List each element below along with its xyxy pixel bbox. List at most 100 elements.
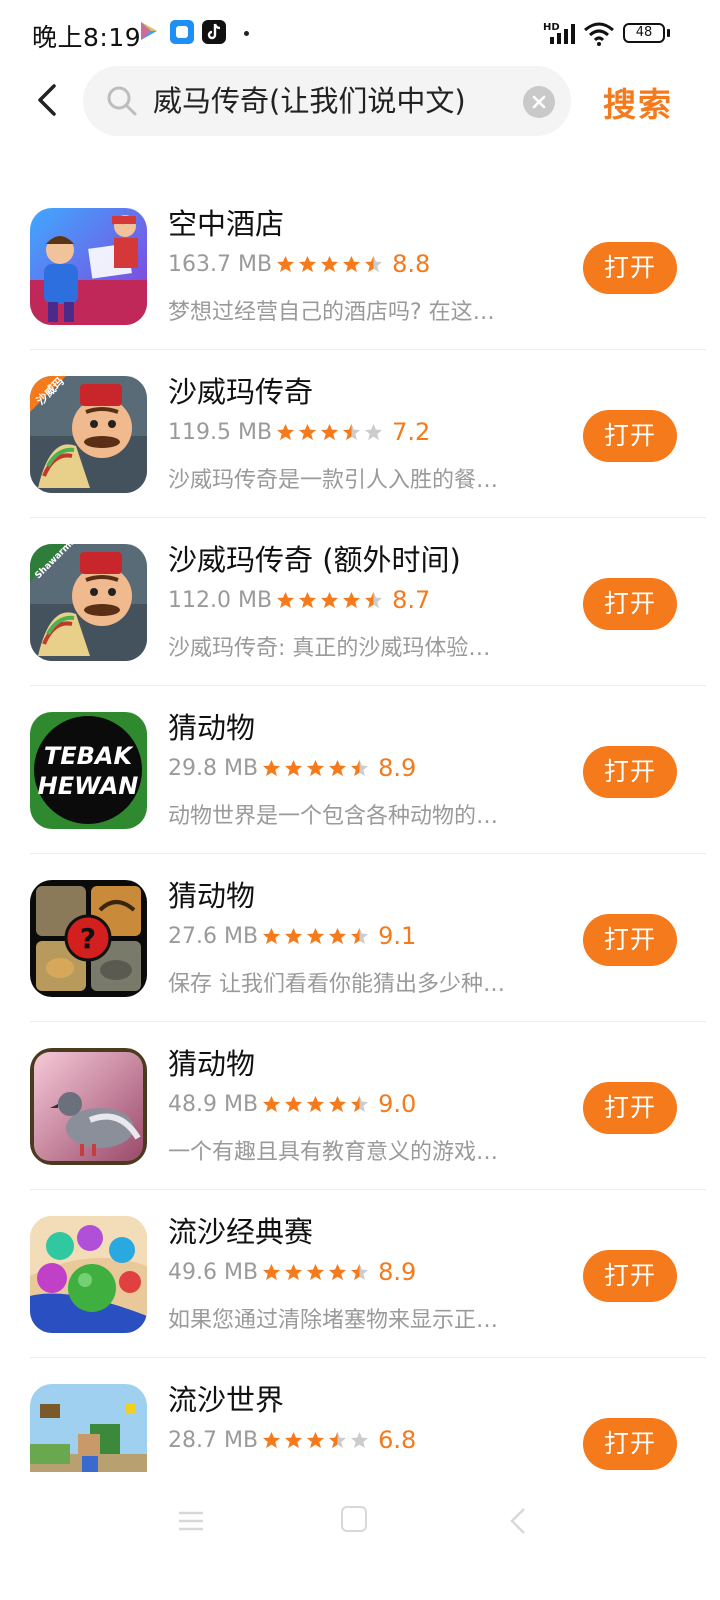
app-size: 49.6 MB (168, 1259, 259, 1285)
home-icon[interactable] (341, 1506, 367, 1532)
app-meta: 49.6 MB 8.9 (168, 1257, 416, 1287)
app-rating: 9.0 (378, 1090, 417, 1118)
rating-stars (262, 927, 372, 946)
hotel-game-icon[interactable] (30, 208, 147, 325)
sand-world-icon[interactable] (30, 1384, 147, 1472)
star-icon (351, 759, 369, 776)
star-icon (285, 1095, 303, 1112)
star-icon (351, 1431, 369, 1448)
rating-stars (262, 1431, 372, 1450)
rating-stars (276, 255, 386, 274)
search-icon (107, 86, 137, 116)
star-icon (351, 1095, 369, 1112)
app-rating: 8.9 (378, 754, 417, 782)
star-icon (277, 255, 295, 272)
open-button[interactable]: 打开 (583, 578, 677, 630)
open-button[interactable]: 打开 (583, 1250, 677, 1302)
search-button[interactable]: 搜索 (603, 78, 673, 126)
star-icon (307, 927, 325, 944)
app-meta: 27.6 MB 9.1 (168, 921, 416, 951)
list-item[interactable]: 沙威玛 沙威玛传奇 119.5 MB 7.2 沙威玛传奇是一款引人入胜的餐… 打… (0, 350, 720, 518)
app-size: 112.0 MB (168, 587, 273, 613)
search-query-text[interactable]: 威马传奇(让我们说中文) (153, 81, 525, 121)
star-icon (285, 927, 303, 944)
star-icon (329, 1095, 347, 1112)
battery-icon: 48 (623, 23, 670, 43)
list-item[interactable]: 流沙经典赛 49.6 MB 8.9 如果您通过清除堵塞物来显示正… 打开 (0, 1190, 720, 1358)
open-button[interactable]: 打开 (583, 1418, 677, 1470)
back-nav-icon[interactable] (508, 1506, 528, 1536)
star-icon (307, 759, 325, 776)
star-icon (307, 1095, 325, 1112)
signal-icon (550, 24, 575, 44)
icon-label: TEBAK (44, 742, 135, 770)
tiktok-icon (202, 20, 226, 44)
app-name: 沙威玛传奇 (额外时间) (168, 543, 461, 577)
app-meta: 112.0 MB 8.7 (168, 585, 430, 615)
list-item[interactable]: ? 猜动物 27.6 MB 9.1 保存 让我们看看你能猜出多少种… 打开 (0, 854, 720, 1022)
app-name: 猜动物 (168, 1047, 256, 1081)
app-name: 沙威玛传奇 (168, 375, 314, 409)
app-rating: 6.8 (378, 1426, 417, 1454)
open-button[interactable]: 打开 (583, 914, 677, 966)
navigation-bar (0, 1490, 720, 1560)
wifi-icon (584, 22, 614, 46)
star-icon (263, 1095, 281, 1112)
star-icon (365, 423, 383, 440)
app-size: 48.9 MB (168, 1091, 259, 1117)
rating-stars (276, 591, 386, 610)
chevron-left-icon (38, 84, 56, 116)
app-description: 一个有趣且具有教育意义的游戏… (168, 1140, 499, 1165)
star-icon (285, 1263, 303, 1280)
shawarma-legend-icon[interactable]: 沙威玛 (30, 376, 147, 493)
search-results-list[interactable]: 空中酒店 163.7 MB 8.8 梦想过经营自己的酒店吗? 在这… 打开 沙威… (0, 182, 720, 1472)
search-input[interactable]: 威马传奇(让我们说中文) (83, 66, 571, 136)
list-item[interactable]: 空中酒店 163.7 MB 8.8 梦想过经营自己的酒店吗? 在这… 打开 (0, 182, 720, 350)
star-icon (285, 1431, 303, 1448)
sand-balls-icon[interactable] (30, 1216, 147, 1333)
menu-icon[interactable] (178, 1510, 204, 1532)
star-icon (307, 1263, 325, 1280)
list-item[interactable]: Shawarma 沙威玛传奇 (额外时间) 112.0 MB 8.7 沙威玛传奇… (0, 518, 720, 686)
app-size: 163.7 MB (168, 251, 273, 277)
open-button[interactable]: 打开 (583, 746, 677, 798)
star-icon (299, 423, 317, 440)
open-button[interactable]: 打开 (583, 410, 677, 462)
rating-stars (262, 759, 372, 778)
star-icon (343, 423, 361, 440)
star-icon (299, 591, 317, 608)
status-time: 晚上8:19 (32, 23, 142, 52)
open-button[interactable]: 打开 (583, 242, 677, 294)
app-size: 27.6 MB (168, 923, 259, 949)
star-icon (343, 591, 361, 608)
app-description: 动物世界是一个包含各种动物的… (168, 804, 499, 829)
star-icon (307, 1431, 325, 1448)
icon-label: ? (80, 922, 96, 955)
app-size: 29.8 MB (168, 755, 259, 781)
star-icon (321, 591, 339, 608)
list-item[interactable]: TEBAK HEWAN 猜动物 29.8 MB 8.9 动物世界是一个包含各种动… (0, 686, 720, 854)
more-notifications-dot (244, 31, 249, 36)
back-button[interactable] (30, 80, 66, 120)
animal-quiz-icon[interactable]: ? (30, 880, 147, 997)
star-icon (329, 927, 347, 944)
open-button[interactable]: 打开 (583, 1082, 677, 1134)
app-name: 空中酒店 (168, 207, 285, 241)
app-name: 猜动物 (168, 711, 256, 745)
star-icon (365, 591, 383, 608)
tebak-hewan-icon[interactable]: TEBAK HEWAN (30, 712, 147, 829)
clear-search-button[interactable] (523, 86, 555, 118)
app-name: 流沙经典赛 (168, 1215, 314, 1249)
app-rating: 7.2 (392, 418, 431, 446)
star-icon (277, 591, 295, 608)
star-icon (263, 927, 281, 944)
list-item[interactable]: 猜动物 48.9 MB 9.0 一个有趣且具有教育意义的游戏… 打开 (0, 1022, 720, 1190)
star-icon (263, 759, 281, 776)
app-description: 沙威玛传奇: 真正的沙威玛体验… (168, 636, 491, 661)
shawarma-extra-icon[interactable]: Shawarma (30, 544, 147, 661)
star-icon (329, 1263, 347, 1280)
list-item[interactable]: 流沙世界 28.7 MB 6.8 打开 (0, 1358, 720, 1472)
pigeon-icon[interactable] (30, 1048, 147, 1165)
star-icon (343, 255, 361, 272)
star-icon (263, 1263, 281, 1280)
